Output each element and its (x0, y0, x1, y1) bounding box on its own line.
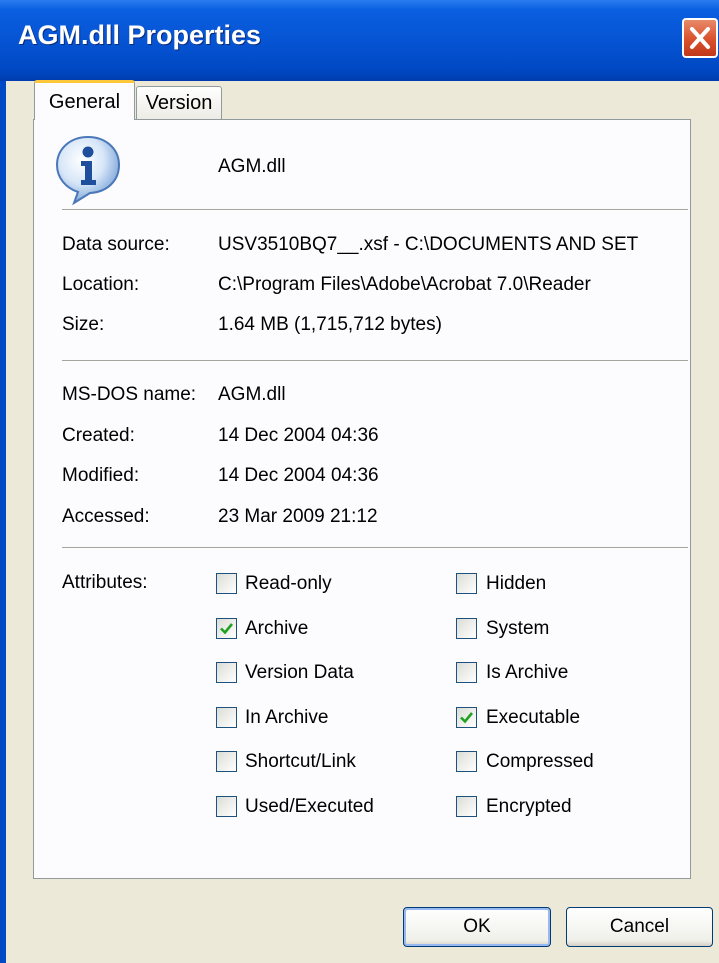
modified-label: Modified: (62, 465, 140, 486)
cancel-button[interactable]: Cancel (566, 907, 713, 947)
separator-3 (62, 547, 688, 549)
checkbox-label-hidden[interactable]: Hidden (486, 573, 546, 595)
checkbox-label-executable[interactable]: Executable (486, 707, 580, 729)
checkbox-compressed[interactable] (456, 751, 477, 772)
tab-general[interactable]: General (34, 80, 135, 120)
close-button[interactable] (682, 18, 718, 58)
checkbox-read-only[interactable] (216, 573, 237, 594)
attributes-label: Attributes: (62, 572, 148, 593)
title-bar[interactable]: AGM.dll Properties (0, 0, 719, 81)
checkbox-label-encrypted[interactable]: Encrypted (486, 796, 572, 818)
data-source-value: USV3510BQ7__.xsf - C:\DOCUMENTS AND SET (218, 234, 639, 255)
checkbox-archive[interactable] (216, 618, 237, 639)
location-value: C:\Program Files\Adobe\Acrobat 7.0\Reade… (218, 274, 591, 295)
tab-general-label: General (48, 91, 121, 113)
created-label: Created: (62, 425, 135, 446)
checkbox-version-data[interactable] (216, 662, 237, 683)
checkbox-hidden[interactable] (456, 573, 477, 594)
checkbox-in-archive[interactable] (216, 707, 237, 728)
separator-2 (62, 360, 688, 362)
window-title: AGM.dll Properties (18, 20, 262, 50)
properties-window: AGM.dll Properties General Version AGM.d… (0, 0, 719, 963)
checkbox-label-is-archive[interactable]: Is Archive (486, 662, 568, 684)
checkbox-is-archive[interactable] (456, 662, 477, 683)
checkbox-executable[interactable] (456, 707, 477, 728)
tab-version[interactable]: Version (136, 86, 222, 120)
msdos-name-label: MS-DOS name: (62, 384, 197, 405)
checkbox-used-executed[interactable] (216, 796, 237, 817)
checkbox-system[interactable] (456, 618, 477, 639)
close-icon (690, 27, 710, 49)
checkbox-label-shortcut-link[interactable]: Shortcut/Link (245, 751, 356, 773)
checkbox-label-archive[interactable]: Archive (245, 618, 308, 640)
data-source-label: Data source: (62, 234, 170, 255)
checkbox-label-system[interactable]: System (486, 618, 549, 640)
ok-button[interactable]: OK (403, 907, 551, 947)
checkbox-shortcut-link[interactable] (216, 751, 237, 772)
msdos-name-value: AGM.dll (218, 384, 286, 405)
accessed-label: Accessed: (62, 506, 150, 527)
info-icon (55, 135, 121, 205)
window-frame (0, 81, 6, 963)
modified-value: 14 Dec 2004 04:36 (218, 465, 379, 486)
checkbox-label-used-executed[interactable]: Used/Executed (245, 796, 374, 818)
check-icon (460, 712, 474, 724)
accessed-value: 23 Mar 2009 21:12 (218, 506, 378, 527)
checkbox-label-compressed[interactable]: Compressed (486, 751, 594, 773)
file-name: AGM.dll (218, 156, 286, 177)
size-label: Size: (62, 314, 105, 335)
check-icon (220, 623, 234, 635)
separator-1 (62, 209, 688, 211)
location-label: Location: (62, 274, 140, 295)
checkbox-label-read-only[interactable]: Read-only (245, 573, 332, 595)
checkbox-encrypted[interactable] (456, 796, 477, 817)
created-value: 14 Dec 2004 04:36 (218, 425, 379, 446)
size-value: 1.64 MB (1,715,712 bytes) (218, 314, 442, 335)
checkbox-label-version-data[interactable]: Version Data (245, 662, 354, 684)
tab-version-label: Version (145, 92, 213, 114)
checkbox-label-in-archive[interactable]: In Archive (245, 707, 328, 729)
